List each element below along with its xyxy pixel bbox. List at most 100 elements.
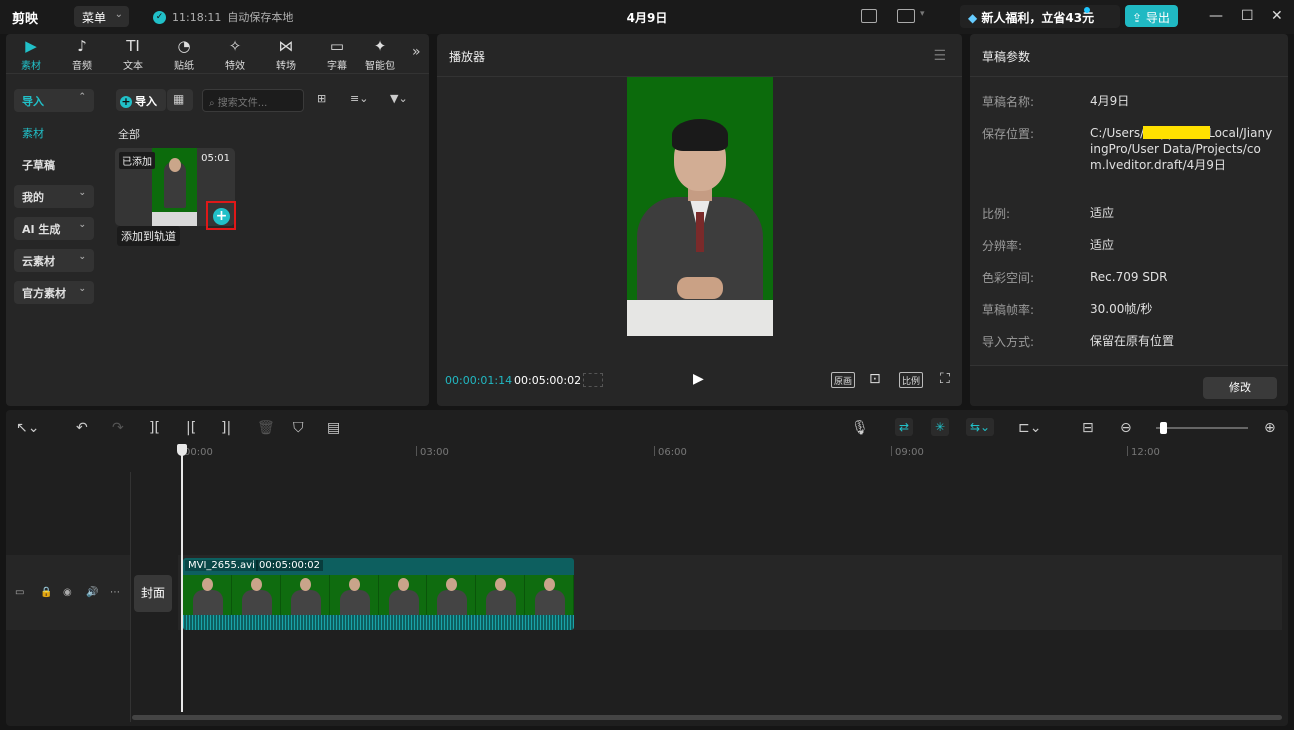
import-button[interactable]: + 导入 bbox=[116, 89, 166, 111]
microphone-icon[interactable]: 🎙 bbox=[851, 420, 869, 436]
person-face bbox=[169, 158, 181, 172]
zoom-out-icon[interactable]: ⊖ bbox=[1120, 420, 1132, 436]
timeline-scrollbar[interactable] bbox=[132, 715, 1282, 720]
tab-effects[interactable]: ✧ 特效 bbox=[212, 37, 258, 73]
smart-icon: ✦ bbox=[373, 38, 387, 55]
zoom-fit-icon[interactable]: ⊡ bbox=[869, 371, 881, 387]
media-panel: ▶ 素材 ♪ 音频 TI 文本 ◔ 贴纸 ✧ 特效 ⋈ 转场 ▭ 字幕 ✦ 智能包 » 导入 ⌃ … bbox=[6, 34, 429, 406]
tab-label: 文本 bbox=[123, 61, 143, 72]
audio-waveform bbox=[183, 615, 574, 630]
sidebar-item-media[interactable]: 素材 bbox=[14, 121, 94, 144]
close-icon[interactable]: ✕ bbox=[1271, 8, 1283, 24]
add-to-track-button[interactable]: + bbox=[206, 201, 236, 230]
tab-subtitle[interactable]: ▭ 字幕 bbox=[314, 38, 360, 73]
clip-name: MVI_2655.avi bbox=[185, 560, 258, 571]
select-tool-icon[interactable]: ↖⌄ bbox=[16, 420, 39, 436]
notification-dot bbox=[1084, 7, 1090, 13]
link-icon[interactable]: ⇆⌄ bbox=[966, 418, 995, 436]
frame-body bbox=[193, 590, 223, 615]
trim-left-icon[interactable]: |[ bbox=[186, 420, 196, 436]
clip-duration: 00:05:00:02 bbox=[256, 560, 324, 571]
sidebar-item-official[interactable]: 官方素材 ⌄ bbox=[14, 281, 94, 304]
sidebar-item-mine[interactable]: 我的 ⌄ bbox=[14, 185, 94, 208]
param-label: 色彩空间: bbox=[982, 271, 1035, 285]
sidebar-item-label: AI 生成 bbox=[22, 223, 61, 236]
more-tabs-icon[interactable]: » bbox=[412, 44, 421, 60]
marker-icon[interactable]: ⛉ bbox=[293, 420, 304, 436]
video-clip[interactable]: MVI_2655.avi 00:05:00:02 bbox=[183, 558, 574, 630]
sort-icon[interactable]: ≡⌄ bbox=[350, 92, 368, 105]
export-button[interactable]: ⇪ 导出 bbox=[1125, 5, 1178, 27]
chevron-down-icon: ⌄ bbox=[78, 188, 86, 198]
param-value: Rec.709 SDR bbox=[1090, 270, 1168, 284]
tab-sticker[interactable]: ◔ 贴纸 bbox=[161, 38, 207, 73]
promo-button[interactable]: ◆ 新人福利，立省43元 bbox=[960, 5, 1120, 28]
redaction-highlight bbox=[1143, 126, 1210, 139]
tab-smart[interactable]: ✦ 智能包 bbox=[358, 38, 402, 72]
menu-icon[interactable]: ☰ bbox=[933, 48, 946, 64]
sidebar-item-subdraft[interactable]: 子草稿 bbox=[14, 153, 94, 176]
play-icon[interactable]: ▶ bbox=[693, 371, 704, 387]
fullscreen-icon[interactable]: ⛶ bbox=[940, 371, 950, 387]
sidebar-item-ai[interactable]: AI 生成 ⌄ bbox=[14, 217, 94, 240]
edit-clip-icon[interactable]: ▤ bbox=[327, 420, 340, 436]
preview-axis-icon[interactable]: ⊏⌄ bbox=[1018, 420, 1041, 436]
more-icon[interactable]: ⋯ bbox=[110, 587, 120, 598]
view-mode-icon[interactable]: ⊞ bbox=[317, 92, 326, 105]
clip-frame bbox=[427, 575, 477, 615]
param-label: 保存位置: bbox=[982, 127, 1035, 141]
clip-frame bbox=[281, 575, 330, 615]
timeline-ruler[interactable]: 00:00 03:00 06:00 09:00 12:00 bbox=[6, 444, 1288, 462]
undo-icon[interactable]: ↶ bbox=[76, 420, 88, 436]
divider bbox=[970, 76, 1288, 77]
ratio-button[interactable]: 比例 bbox=[899, 372, 924, 388]
redo-icon[interactable]: ↷ bbox=[112, 420, 124, 436]
delete-icon[interactable]: 🗑 bbox=[257, 420, 275, 436]
track-video-icon[interactable]: ▭ bbox=[15, 587, 24, 598]
tab-text[interactable]: TI 文本 bbox=[110, 38, 156, 73]
zoom-in-icon[interactable]: ⊕ bbox=[1264, 420, 1276, 436]
caption-icon[interactable]: ⊟ bbox=[1082, 420, 1094, 436]
tab-media[interactable]: ▶ 素材 bbox=[8, 38, 54, 73]
ruler-label: 06:00 bbox=[658, 447, 687, 458]
sidebar-item-import[interactable]: 导入 ⌃ bbox=[14, 89, 94, 112]
tab-transition[interactable]: ⋈ 转场 bbox=[263, 38, 309, 73]
sidebar-item-cloud[interactable]: 云素材 ⌄ bbox=[14, 249, 94, 272]
original-quality-button[interactable]: 原画 bbox=[831, 372, 856, 388]
zoom-slider-handle[interactable] bbox=[1160, 422, 1167, 434]
playhead-handle[interactable] bbox=[177, 444, 187, 456]
auto-snap-icon[interactable]: ✳ bbox=[931, 418, 950, 436]
shortcut-icon[interactable] bbox=[861, 9, 877, 23]
plus-icon: + bbox=[120, 95, 132, 108]
volume-icon[interactable]: 🔊 bbox=[86, 587, 98, 598]
modify-button[interactable]: 修改 bbox=[1203, 377, 1277, 399]
minimize-icon[interactable]: — bbox=[1209, 8, 1223, 24]
maximize-icon[interactable]: ☐ bbox=[1241, 8, 1254, 24]
clip-frame bbox=[330, 575, 379, 615]
lock-icon[interactable]: 🔒 bbox=[40, 587, 52, 598]
qr-import-button[interactable]: ▦ bbox=[167, 89, 193, 111]
playhead[interactable] bbox=[177, 444, 187, 712]
layout-icon[interactable] bbox=[897, 9, 915, 23]
search-input[interactable]: ⌕ 搜索文件... bbox=[202, 89, 304, 112]
tab-audio[interactable]: ♪ 音频 bbox=[59, 38, 105, 73]
frame-head bbox=[202, 578, 213, 591]
eye-icon[interactable]: ◉ bbox=[63, 587, 72, 598]
person-hair bbox=[672, 119, 728, 151]
clip-frame bbox=[183, 575, 232, 615]
zoom-slider[interactable] bbox=[1156, 427, 1248, 429]
layout-chevron-icon[interactable]: ▾ bbox=[920, 9, 925, 19]
ruler-tick bbox=[416, 446, 417, 456]
clip-frame bbox=[379, 575, 428, 615]
trim-right-icon[interactable]: ]| bbox=[221, 420, 231, 436]
cover-button[interactable]: 封面 bbox=[134, 575, 172, 612]
effects-icon: ✧ bbox=[228, 37, 242, 55]
filter-icon[interactable]: ▼⌄ bbox=[390, 92, 408, 105]
frame-body bbox=[437, 590, 468, 615]
frame-body bbox=[388, 590, 419, 615]
main-track-link-icon[interactable]: ⇄ bbox=[895, 418, 914, 436]
grid-icon[interactable] bbox=[583, 373, 603, 387]
split-icon[interactable]: ][ bbox=[149, 420, 160, 436]
media-duration: 05:01 bbox=[201, 153, 230, 164]
frame-body bbox=[290, 590, 321, 615]
